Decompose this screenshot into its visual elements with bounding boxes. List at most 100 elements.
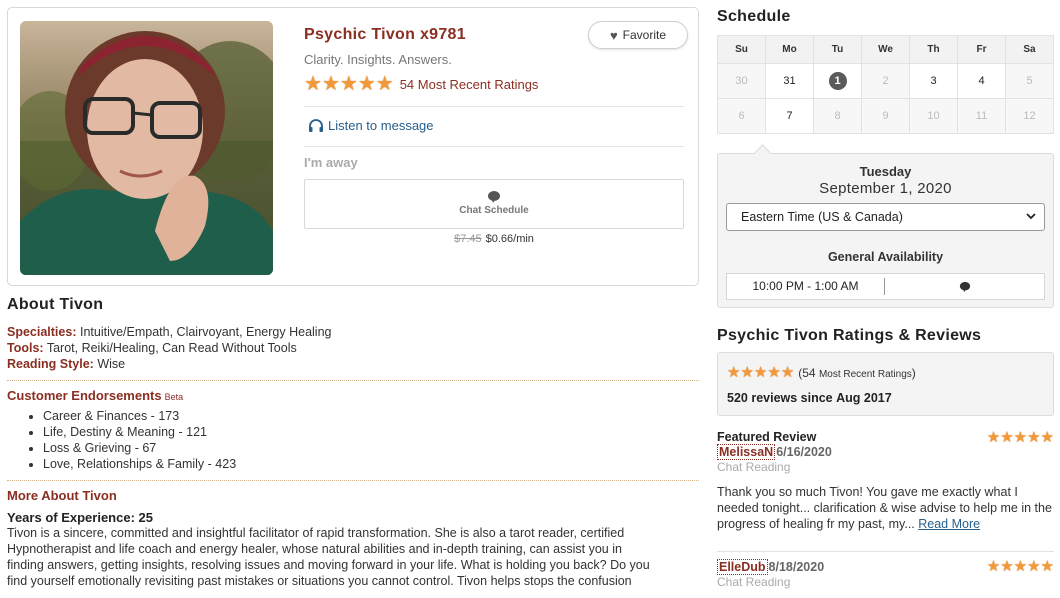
ratings-summary: ★ ★ ★ ★ ★ (54 Most Recent Ratings) 520 revie… — [717, 352, 1054, 416]
star-icon: ★ — [1013, 429, 1028, 446]
bio-line: find yourself emotionally revisiting pas… — [7, 574, 632, 588]
specialties-value: Intuitive/Empath, Clairvoyant, Energy He… — [79, 325, 332, 339]
star-icon: ★ — [780, 364, 795, 381]
chat-schedule-button[interactable]: Chat Schedule — [304, 179, 684, 229]
psychic-name: Psychic Tivon x9781 — [304, 26, 466, 43]
rating-count-link[interactable]: 54 Most Recent Ratings — [400, 77, 539, 92]
star-icon: ★ — [1000, 429, 1014, 446]
ratings-count: (54 Most Recent Ratings) — [798, 366, 916, 380]
read-more-link[interactable]: Read More — [918, 517, 980, 531]
timezone-select[interactable]: Eastern Time (US & Canada) — [726, 203, 1045, 231]
tools-value: Tarot, Reiki/Healing, Can Read Without T… — [46, 341, 297, 355]
review-item: Featured Review ★ ★ ★ ★ ★ MelissaN 6/16/2020… — [717, 430, 1054, 532]
chat-bubble-icon — [488, 191, 500, 203]
reviewer-row: MelissaN 6/16/2020 — [717, 444, 1054, 460]
calendar-week-row: 6 7 8 9 10 11 12 — [717, 98, 1054, 134]
price-old: $7.45 — [454, 233, 482, 245]
star-icon: ★ — [767, 364, 781, 381]
selected-day-name: Tuesday — [859, 164, 912, 179]
bio-line: Tivon is a sincere, committed and insigh… — [7, 526, 625, 540]
rating-stars: ★ ★ ★ ★ ★ — [304, 74, 394, 94]
selected-day-date: September 1, 2020 — [819, 180, 952, 197]
slot-time: 10:00 PM - 1:00 AM — [727, 278, 885, 295]
star-icon: ★ — [1000, 558, 1014, 575]
calendar-day-selected: 1 — [828, 72, 847, 90]
star-icon: ★ — [727, 364, 741, 381]
review-divider — [717, 551, 1054, 552]
more-about-title: More About Tivon — [7, 488, 117, 503]
weekday-header: Th — [909, 35, 958, 64]
favorite-label: Favorite — [622, 28, 667, 42]
calendar-day[interactable]: 31 — [765, 63, 814, 99]
review-date: 6/16/2020 — [776, 445, 832, 459]
endorsements-title-text: Customer Endorsements — [7, 388, 162, 403]
endorsements-title: Customer Endorsements Beta — [7, 388, 699, 403]
calendar-day: 2 — [861, 63, 910, 99]
star-icon: ★ — [986, 429, 1001, 446]
review-item: ★ ★ ★ ★ ★ ElleDub 8/18/2020 Chat Reading — [717, 559, 1054, 589]
star-icon: ★ — [321, 73, 340, 95]
star-icon: ★ — [339, 73, 358, 95]
weekday-header: Tu — [813, 35, 862, 64]
star-icon: ★ — [1013, 558, 1028, 575]
weekday-header: Mo — [765, 35, 814, 64]
reviewer-name[interactable]: MelissaN — [717, 444, 776, 460]
calendar-day[interactable]: 4 — [957, 63, 1006, 99]
listen-to-message-link[interactable]: Listen to message — [308, 118, 434, 133]
star-icon: ★ — [304, 73, 322, 95]
tools-label: Tools: — [7, 341, 44, 355]
list-item: Life, Destiny & Meaning - 121 — [43, 424, 699, 440]
bio-line: Hypnotherapist and life coach and energy… — [7, 542, 622, 556]
calendar-day: 10 — [909, 98, 958, 134]
chat-schedule-label: Chat Schedule — [459, 205, 529, 216]
star-icon: ★ — [1040, 429, 1054, 446]
about-section: About Tivon Specialties: Intuitive/Empat… — [7, 288, 699, 589]
psychic-tagline: Clarity. Insights. Answers. — [304, 52, 452, 67]
status-text: I'm away — [304, 155, 358, 170]
calendar-day: 5 — [1005, 63, 1054, 99]
calendar-day: 11 — [957, 98, 1006, 134]
rating-stars: ★ ★ ★ ★ ★ — [727, 365, 794, 380]
weekday-header: We — [861, 35, 910, 64]
review-stars: ★ ★ ★ ★ ★ — [987, 430, 1054, 445]
heart-icon: ♥ — [609, 27, 618, 43]
calendar-day[interactable]: 3 — [909, 63, 958, 99]
star-icon: ★ — [1027, 558, 1041, 575]
reading-style-row: Reading Style: Wise — [7, 356, 699, 372]
selected-day-panel: Tuesday September 1, 2020 Eastern Time (… — [717, 153, 1054, 308]
star-icon: ★ — [753, 364, 768, 381]
slot-chat — [885, 281, 1044, 293]
favorite-button[interactable]: ♥ Favorite — [588, 21, 688, 49]
star-icon: ★ — [740, 364, 754, 381]
price-current: $0.66/min — [485, 233, 534, 245]
beta-badge: Beta — [164, 392, 184, 402]
listen-label: Listen to message — [328, 118, 434, 133]
weekday-header: Su — [717, 35, 766, 64]
endorsements-list: Career & Finances - 173 Life, Destiny & … — [43, 408, 699, 472]
star-icon: ★ — [986, 558, 1001, 575]
reviews-since-date: Aug 2017 — [836, 391, 892, 405]
calendar-day[interactable]: 7 — [765, 98, 814, 134]
star-icon: ★ — [1027, 429, 1041, 446]
ratings-count-close: ) — [911, 365, 916, 380]
calendar-day[interactable]: 1 — [813, 63, 862, 99]
ratings-summary-row: ★ ★ ★ ★ ★ (54 Most Recent Ratings) — [727, 365, 916, 380]
rating-row[interactable]: ★ ★ ★ ★ ★ 54 Most Recent Ratings — [304, 74, 538, 94]
chat-bubble-icon — [959, 281, 970, 292]
reading-style-label: Reading Style: — [7, 357, 94, 371]
star-icon: ★ — [375, 73, 394, 95]
general-availability-label: General Availability — [827, 250, 944, 264]
review-date: 8/18/2020 — [768, 560, 825, 574]
reviewer-name[interactable]: ElleDub — [717, 559, 768, 575]
review-stars: ★ ★ ★ ★ ★ — [987, 559, 1054, 574]
price: $7.45 $0.66/min — [304, 233, 684, 245]
divider — [304, 146, 684, 147]
calendar-day: 12 — [1005, 98, 1054, 134]
star-icon: ★ — [1040, 558, 1054, 575]
schedule-title: Schedule — [717, 8, 791, 25]
timezone-value: Eastern Time (US & Canada) — [741, 210, 903, 224]
calendar-day: 6 — [717, 98, 766, 134]
reading-type: Chat Reading — [717, 460, 791, 474]
star-icon: ★ — [357, 73, 376, 95]
weekday-header: Fr — [957, 35, 1006, 64]
